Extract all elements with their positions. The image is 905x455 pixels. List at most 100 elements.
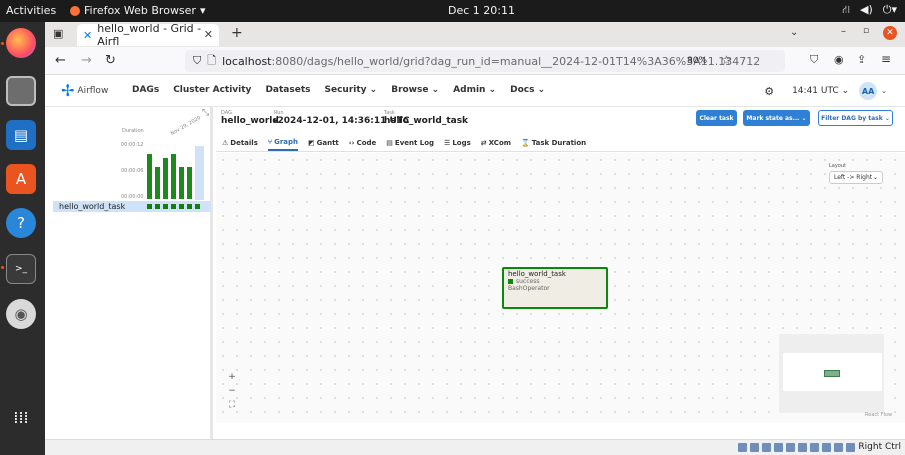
tab-list-icon[interactable]: ▣: [53, 27, 63, 40]
avatar[interactable]: AA: [859, 82, 878, 100]
tab-xcom[interactable]: ⇄ XCom: [481, 134, 511, 151]
forward-icon[interactable]: →: [81, 53, 92, 68]
system-tray[interactable]: ⛙ ◀) ⏻▾: [842, 3, 897, 18]
task-instance-square[interactable]: [179, 204, 184, 209]
tab-details[interactable]: ⚠ Details: [222, 134, 258, 151]
software-icon[interactable]: A: [6, 164, 36, 194]
selected-run-column[interactable]: [195, 146, 204, 200]
menu-icon[interactable]: ≡: [881, 52, 891, 66]
task-instance-square[interactable]: [195, 204, 200, 209]
url-host: localhost: [222, 54, 272, 68]
running-indicator: [1, 266, 4, 269]
filter-dag-button[interactable]: Filter DAG by task ⌄: [818, 110, 893, 126]
run-duration-bar[interactable]: [163, 158, 168, 199]
new-tab-icon[interactable]: +: [231, 25, 243, 41]
fit-view-icon[interactable]: ⛶: [226, 399, 238, 411]
tab-graph[interactable]: ⑂ Graph: [267, 134, 298, 151]
firefox-small-icon: [70, 5, 80, 16]
close-tab-icon[interactable]: ✕: [204, 28, 213, 41]
run-duration-bar[interactable]: [147, 154, 152, 199]
apps-grid-icon[interactable]: ⁞⁞⁞: [6, 402, 36, 432]
tab-overflow-icon[interactable]: ⌄: [790, 27, 798, 38]
minimize-icon[interactable]: –: [841, 26, 846, 37]
details-panel: DAG hello_world Run ▸2024-12-01, 14:36:1…: [216, 107, 905, 439]
menu-cluster-activity[interactable]: Cluster Activity: [173, 85, 251, 95]
back-icon[interactable]: ←: [55, 53, 66, 68]
zoom-in-icon[interactable]: +: [226, 371, 238, 383]
firefox-icon[interactable]: [6, 28, 36, 58]
node-status: success: [508, 278, 602, 285]
graph-canvas[interactable]: Layout Left -> Right ⌄ hello_world_task s…: [216, 153, 905, 423]
account-icon[interactable]: ◉: [834, 53, 844, 66]
files-icon[interactable]: [6, 76, 36, 106]
tab-gantt[interactable]: ◩ Gantt: [308, 134, 339, 151]
power-icon: ⏻▾: [882, 3, 897, 16]
pocket-icon[interactable]: ⛉: [810, 53, 818, 67]
clear-task-button[interactable]: Clear task: [696, 110, 737, 126]
menu-docs[interactable]: Docs ⌄: [510, 85, 545, 95]
browser-tab-bar: ▣ ✕ hello_world - Grid - Airfl ✕ + ⌄ – ▫…: [45, 22, 905, 48]
tab-title: hello_world - Grid - Airfl: [97, 22, 202, 48]
airflow-logo[interactable]: ✢ Airflow: [61, 81, 108, 100]
bookmark-star-icon[interactable]: ☆: [721, 53, 732, 67]
task-node[interactable]: hello_world_task success BashOperator: [502, 267, 608, 309]
chevron-down-icon[interactable]: ⌄: [881, 87, 887, 95]
zoom-level[interactable]: 80%: [687, 56, 707, 66]
utc-time[interactable]: 14:41 UTC ⌄: [792, 86, 849, 96]
duration-tick-mid: 00:00:06: [121, 168, 144, 174]
task-instance-square[interactable]: [147, 204, 152, 209]
layout-select[interactable]: Left -> Right ⌄: [829, 171, 883, 184]
duration-tick-bottom: 00:00:00: [121, 194, 144, 200]
vm-status-bar: Right Ctrl: [45, 439, 905, 455]
close-window-icon[interactable]: ✕: [883, 26, 897, 40]
collapse-panel-icon[interactable]: ⤡: [202, 108, 209, 118]
terminal-icon[interactable]: >_: [6, 254, 36, 284]
menu-datasets[interactable]: Datasets: [265, 85, 310, 95]
chevron-down-icon: ▾: [199, 4, 206, 17]
lines-icon: ☰: [444, 138, 451, 147]
minimap[interactable]: [779, 334, 884, 413]
menu-admin[interactable]: Admin ⌄: [453, 85, 496, 95]
tab-task-duration[interactable]: ⌛ Task Duration: [521, 134, 586, 151]
run-duration-bar[interactable]: [171, 154, 176, 199]
react-flow-attribution[interactable]: React Flow: [865, 412, 892, 418]
gear-icon[interactable]: ⚙: [764, 85, 774, 98]
task-instance-square[interactable]: [171, 204, 176, 209]
mark-state-button[interactable]: Mark state as... ⌄: [743, 110, 810, 126]
menu-dags[interactable]: DAGs: [132, 85, 159, 95]
tracking-shield-icon: ⛉: [193, 54, 202, 67]
app-menu[interactable]: Firefox Web Browser ▾: [70, 4, 206, 17]
menu-security[interactable]: Security ⌄: [324, 85, 377, 95]
help-icon[interactable]: ?: [6, 208, 36, 238]
activities-button[interactable]: Activities: [6, 4, 56, 17]
zoom-out-icon[interactable]: −: [226, 385, 238, 397]
layout-label: Layout: [829, 163, 846, 169]
audio-icon: [762, 442, 772, 452]
task-instance-square[interactable]: [155, 204, 160, 209]
main-menu: DAGs Cluster Activity Datasets Security …: [132, 85, 545, 95]
restore-icon[interactable]: ▫: [863, 26, 869, 36]
run-duration-bar[interactable]: [187, 167, 192, 199]
layout-selector: Layout Left -> Right ⌄: [829, 163, 883, 184]
breadcrumb-task[interactable]: hello_world_task: [384, 116, 468, 126]
run-duration-bar[interactable]: [179, 167, 184, 199]
writer-icon[interactable]: ▤: [6, 120, 36, 150]
disc-icon[interactable]: ◉: [6, 299, 36, 329]
tab-code[interactable]: ‹› Code: [349, 134, 377, 151]
extensions-icon[interactable]: ⇪: [857, 53, 866, 66]
task-instance-square[interactable]: [187, 204, 192, 209]
tab-event-log[interactable]: ▤ Event Log: [386, 134, 434, 151]
warning-icon: ⚠: [222, 138, 229, 147]
host-key-label: Right Ctrl: [858, 442, 901, 452]
menu-browse[interactable]: Browse ⌄: [391, 85, 439, 95]
task-instance-square[interactable]: [163, 204, 168, 209]
breadcrumb-dag[interactable]: hello_world: [221, 116, 279, 126]
clock[interactable]: Dec 1 20:11: [448, 4, 515, 17]
reload-icon[interactable]: ↻: [105, 53, 116, 68]
browser-tab[interactable]: ✕ hello_world - Grid - Airfl ✕: [77, 22, 219, 48]
hdd-icon: [738, 442, 748, 452]
navbar-right: ⚙ 14:41 UTC ⌄ AA ⌄: [764, 82, 887, 100]
status-square-icon: [508, 279, 513, 284]
tab-logs[interactable]: ☰ Logs: [444, 134, 471, 151]
run-duration-bar[interactable]: [155, 167, 160, 199]
